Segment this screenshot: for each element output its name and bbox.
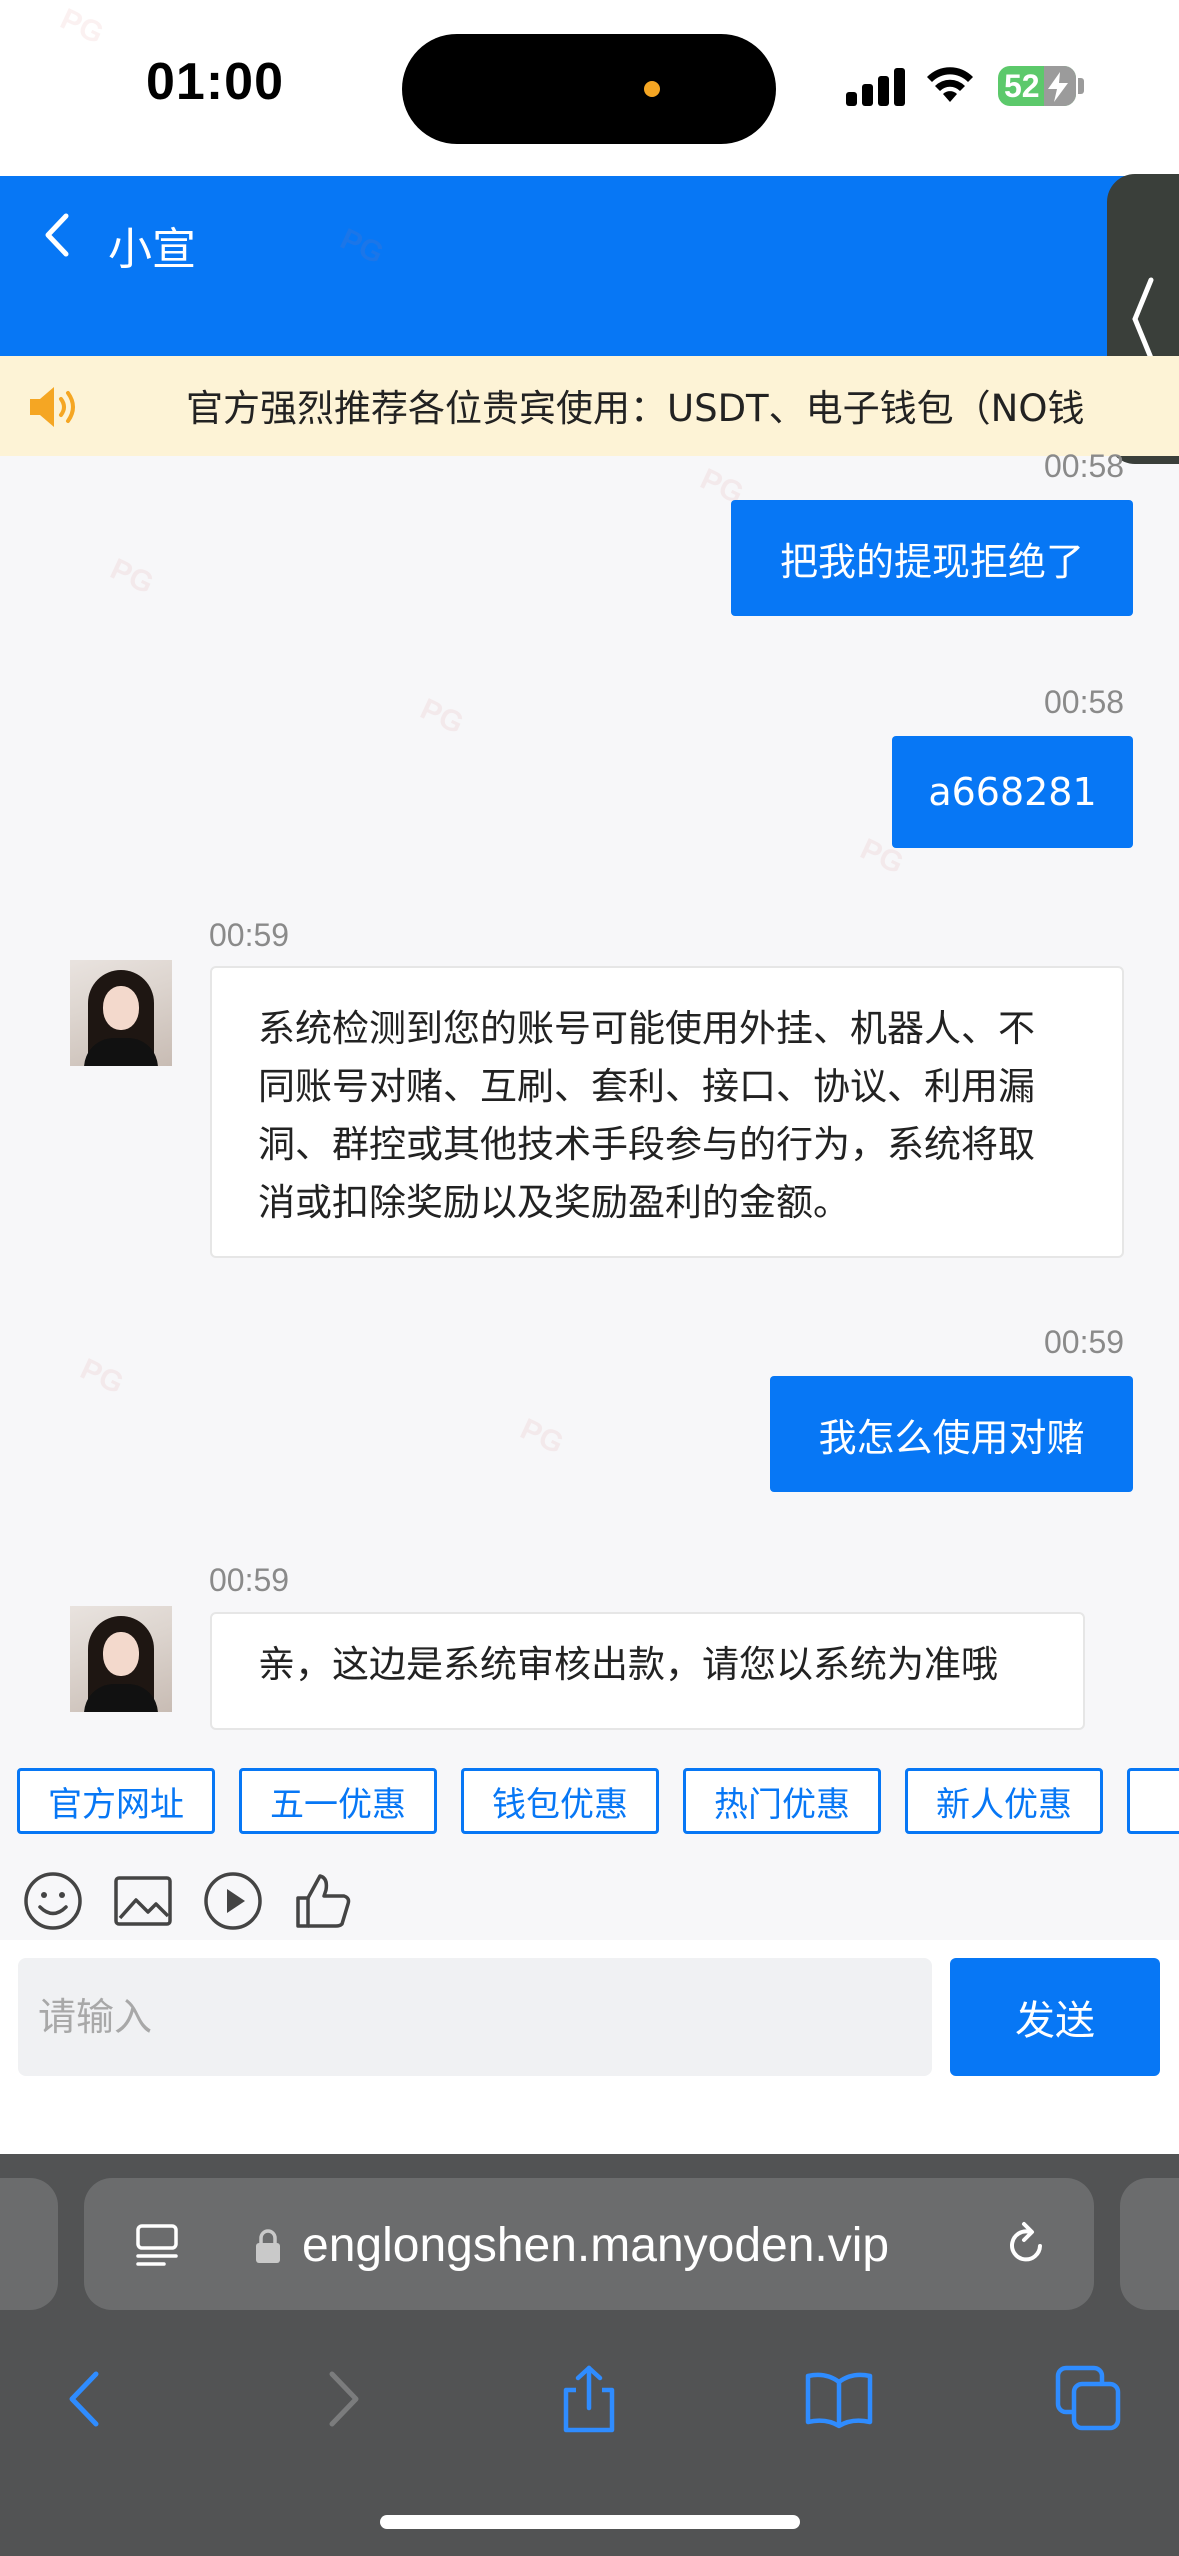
browser-back-icon[interactable] [52,2364,122,2434]
message-bubble-outgoing: a668281 [892,736,1133,848]
chat-toolbar [0,1862,1179,1938]
thumbs-up-icon[interactable] [292,1870,354,1932]
dynamic-island [402,34,776,144]
browser-forward-icon[interactable] [306,2364,376,2434]
bookmarks-icon[interactable] [804,2364,874,2434]
message-timestamp: 00:59 [209,1562,290,1598]
chevron-left-icon [1132,277,1154,361]
quick-reply-button[interactable]: 钱包优惠 [461,1768,659,1834]
quick-reply-button[interactable]: 新人优惠 [905,1768,1103,1834]
message-line: 同账号对赌、互刷、套利、接口、协议、利用漏 [258,1065,1035,1108]
camera-indicator-dot [644,81,660,97]
address-bar[interactable]: englongshen.manyoden.vip [84,2178,1094,2310]
agent-avatar [70,960,172,1066]
emoji-icon[interactable] [22,1870,84,1932]
message-bubble-incoming: 亲，这边是系统审核出款，请您以系统为准哦 [210,1612,1085,1730]
cellular-signal-icon [846,66,906,106]
status-bar: 01:00 52 [0,0,1179,176]
message-line: 系统检测到您的账号可能使用外挂、机器人、不 [258,1007,1035,1050]
back-arrow-icon[interactable] [38,210,78,260]
reload-icon[interactable] [1002,2220,1052,2270]
message-line: 洞、群控或其他技术手段参与的行为，系统将取 [258,1123,1035,1166]
browser-toolbar: englongshen.manyoden.vip [0,2154,1179,2556]
wifi-icon [927,67,973,102]
message-timestamp: 00:59 [1044,1324,1125,1360]
url-text: englongshen.manyoden.vip [302,2219,890,2272]
quick-reply-button-partial[interactable] [1127,1768,1179,1834]
quick-reply-button[interactable]: 五一优惠 [239,1768,437,1834]
message-input[interactable] [18,1958,932,2076]
notice-text: 官方强烈推荐各位贵宾使用：USDT、电子钱包（NO钱 [186,387,1085,430]
quick-reply-button[interactable]: 热门优惠 [683,1768,881,1834]
message-line: 消或扣除奖励以及奖励盈利的金额。 [258,1181,850,1224]
video-play-icon[interactable] [202,1870,264,1932]
message-composer: 发送 [0,1940,1179,2154]
next-tab-preview[interactable] [1120,2178,1179,2310]
quick-reply-bar: 官方网址 五一优惠 钱包优惠 热门优惠 新人优惠 [0,1752,1179,1852]
previous-tab-preview[interactable] [0,2178,58,2310]
share-icon[interactable] [554,2364,624,2434]
home-indicator [380,2515,800,2529]
status-time: 01:00 [146,53,284,111]
message-bubble-incoming: 系统检测到您的账号可能使用外挂、机器人、不 同账号对赌、互刷、套利、接口、协议、… [210,966,1124,1258]
message-timestamp: 00:59 [209,917,290,953]
message-timestamp: 00:58 [1044,448,1125,484]
chat-title: 小宣 [108,224,196,275]
message-bubble-outgoing: 把我的提现拒绝了 [731,500,1133,616]
agent-avatar [70,1606,172,1712]
tabs-icon[interactable] [1054,2364,1124,2434]
page-menu-icon[interactable] [134,2220,184,2270]
send-button[interactable]: 发送 [950,1958,1160,2076]
message-timestamp: 00:58 [1044,684,1125,720]
notice-bar: 官方强烈推荐各位贵宾使用：USDT、电子钱包（NO钱 [0,356,1179,456]
quick-reply-button[interactable]: 官方网址 [17,1768,215,1834]
message-bubble-outgoing: 我怎么使用对赌 [770,1376,1133,1492]
charging-bolt-icon [1048,72,1068,102]
battery-level: 52 [1004,68,1040,104]
lock-icon [256,2229,280,2263]
image-icon[interactable] [112,1870,174,1932]
speaker-icon [30,387,75,427]
browser-nav-row [0,2344,1179,2454]
